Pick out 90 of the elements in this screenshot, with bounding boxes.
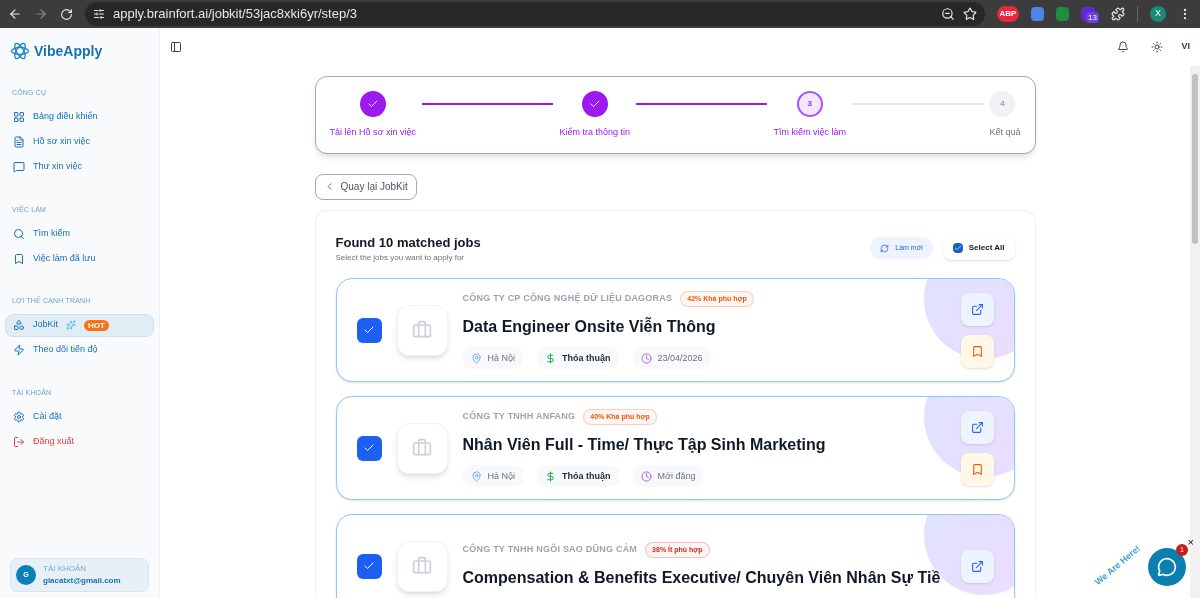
hot-badge: HOT (84, 319, 109, 331)
step-label: Tải lên Hồ sơ xin việc (329, 126, 416, 139)
scrollbar[interactable] (1190, 66, 1200, 598)
nav-icon (13, 410, 25, 423)
nav-icon (13, 111, 25, 123)
salary-chip: Thỏa thuận (537, 465, 619, 488)
account-email: giacatxt@gmail.com (43, 575, 121, 587)
location-chip-icon (470, 470, 482, 482)
posted-chip: 23/04/2026 (632, 347, 711, 370)
save-button[interactable] (960, 334, 994, 368)
check-icon (953, 244, 962, 253)
address-bar[interactable]: apply.brainfort.ai/jobkit/53jac8xki6yr/step/3 (85, 2, 985, 26)
step-label: Tìm kiếm việc làm (773, 126, 846, 139)
nav-icon (13, 319, 25, 331)
job-title: Data Engineer Onsite Viễn Thông (462, 316, 717, 338)
nav-icon (13, 435, 25, 448)
sidebar-item[interactable]: Đăng xuất (5, 430, 154, 453)
check-icon (588, 98, 601, 110)
results-title: Found 10 matched jobs (335, 233, 481, 252)
briefcase-icon (412, 320, 432, 340)
sidebar-item[interactable]: Thư xin việc (5, 155, 154, 179)
sidebar-item[interactable]: Việc làm đã lưu (5, 247, 154, 270)
url-text: apply.brainfort.ai/jobkit/53jac8xki6yr/step/3 (113, 5, 357, 24)
extensions-icon[interactable] (1111, 7, 1125, 21)
results-subtitle: Select the jobs you want to apply for (335, 252, 466, 264)
salary-chip-icon (545, 352, 556, 364)
site-info-icon[interactable] (93, 8, 105, 20)
save-button[interactable] (960, 452, 994, 486)
notification-icon[interactable] (1117, 41, 1130, 53)
job-checkbox[interactable] (356, 435, 382, 461)
step-label: Kiểm tra thông tin (559, 126, 630, 139)
location-chip: Hà Nội (462, 465, 523, 488)
job-checkbox[interactable] (356, 317, 382, 343)
close-button[interactable]: × (1187, 537, 1194, 548)
bookmark-icon (970, 344, 984, 358)
nav-icon (13, 344, 25, 356)
job-title: Nhân Viên Full - Time/ Thực Tập Sinh Marketing (462, 435, 827, 456)
check-icon (363, 560, 375, 572)
zoom-icon[interactable] (941, 7, 955, 21)
job-title: Compensation & Benefits Executive/ Chuyên Viên Nhân Sự Tiề (462, 568, 942, 589)
posted-chip: Mới đăng (632, 465, 704, 488)
language-menu[interactable]: VI (1181, 40, 1190, 54)
reload-icon[interactable] (60, 7, 73, 21)
nav-icon (13, 227, 25, 240)
briefcase-icon (412, 438, 432, 458)
briefcase-icon (412, 556, 432, 576)
external-link-icon (970, 302, 984, 316)
chat-bubble-icon (1157, 557, 1177, 577)
posted-chip-icon (640, 352, 652, 364)
company-name: CÔNG TY CP CÔNG NGHỆ DỮ LIỆU DAGORAS (462, 292, 673, 306)
company-name: CÔNG TY TNHH NGÔI SAO DŨNG CẢM (462, 543, 638, 557)
logo-icon (10, 41, 30, 61)
posted-chip-icon (640, 470, 652, 482)
back-button[interactable]: Quay lại JobKit (314, 173, 417, 200)
sidebar-item[interactable]: Hồ sơ xin việc (5, 130, 154, 154)
forward-icon[interactable] (34, 7, 48, 21)
salary-chip: Thỏa thuận (537, 347, 619, 370)
check-icon (366, 98, 379, 110)
location-chip: Hà Nội (462, 347, 523, 370)
bookmark-star-icon[interactable] (963, 7, 977, 21)
company-name: CÔNG TY TNHH ANFANG (462, 410, 576, 424)
job-checkbox[interactable] (356, 553, 382, 579)
step-label: Kết quả (989, 126, 1021, 139)
salary-chip-icon (545, 470, 556, 482)
external-link-icon (970, 420, 984, 434)
refresh-icon (880, 243, 890, 253)
sidebar-item[interactable]: Cài đặt (5, 405, 154, 428)
select-all-checkbox[interactable] (952, 243, 963, 254)
account-label: TÀI KHOẢN (43, 563, 88, 575)
check-icon (363, 324, 375, 336)
theme-toggle-icon[interactable] (1151, 41, 1164, 53)
nav-icon (13, 252, 25, 265)
sparkle-icon (66, 320, 76, 330)
nav-icon (13, 136, 25, 148)
count-badge: 13 (1086, 12, 1099, 23)
back-icon[interactable] (8, 7, 22, 21)
nav-icon (13, 161, 25, 173)
sidebar-toggle-icon[interactable] (170, 41, 182, 53)
sidebar-item[interactable]: Theo dõi tiến độ (5, 338, 154, 362)
location-chip-icon (470, 352, 482, 364)
sidebar-item[interactable]: JobKit HOT (5, 313, 154, 337)
sidebar-item[interactable]: Tìm kiếm (5, 222, 154, 245)
brand-name: VibeApply (34, 41, 103, 61)
bookmark-icon (970, 462, 984, 476)
check-icon (363, 442, 375, 454)
profile-avatar[interactable]: X (1150, 6, 1166, 22)
select-all-button[interactable]: Select All (942, 236, 1015, 261)
sidebar-item[interactable]: Bảng điều khiển (5, 105, 154, 129)
extension-icon[interactable]: ABP (997, 6, 1019, 22)
external-link-icon (970, 559, 984, 573)
